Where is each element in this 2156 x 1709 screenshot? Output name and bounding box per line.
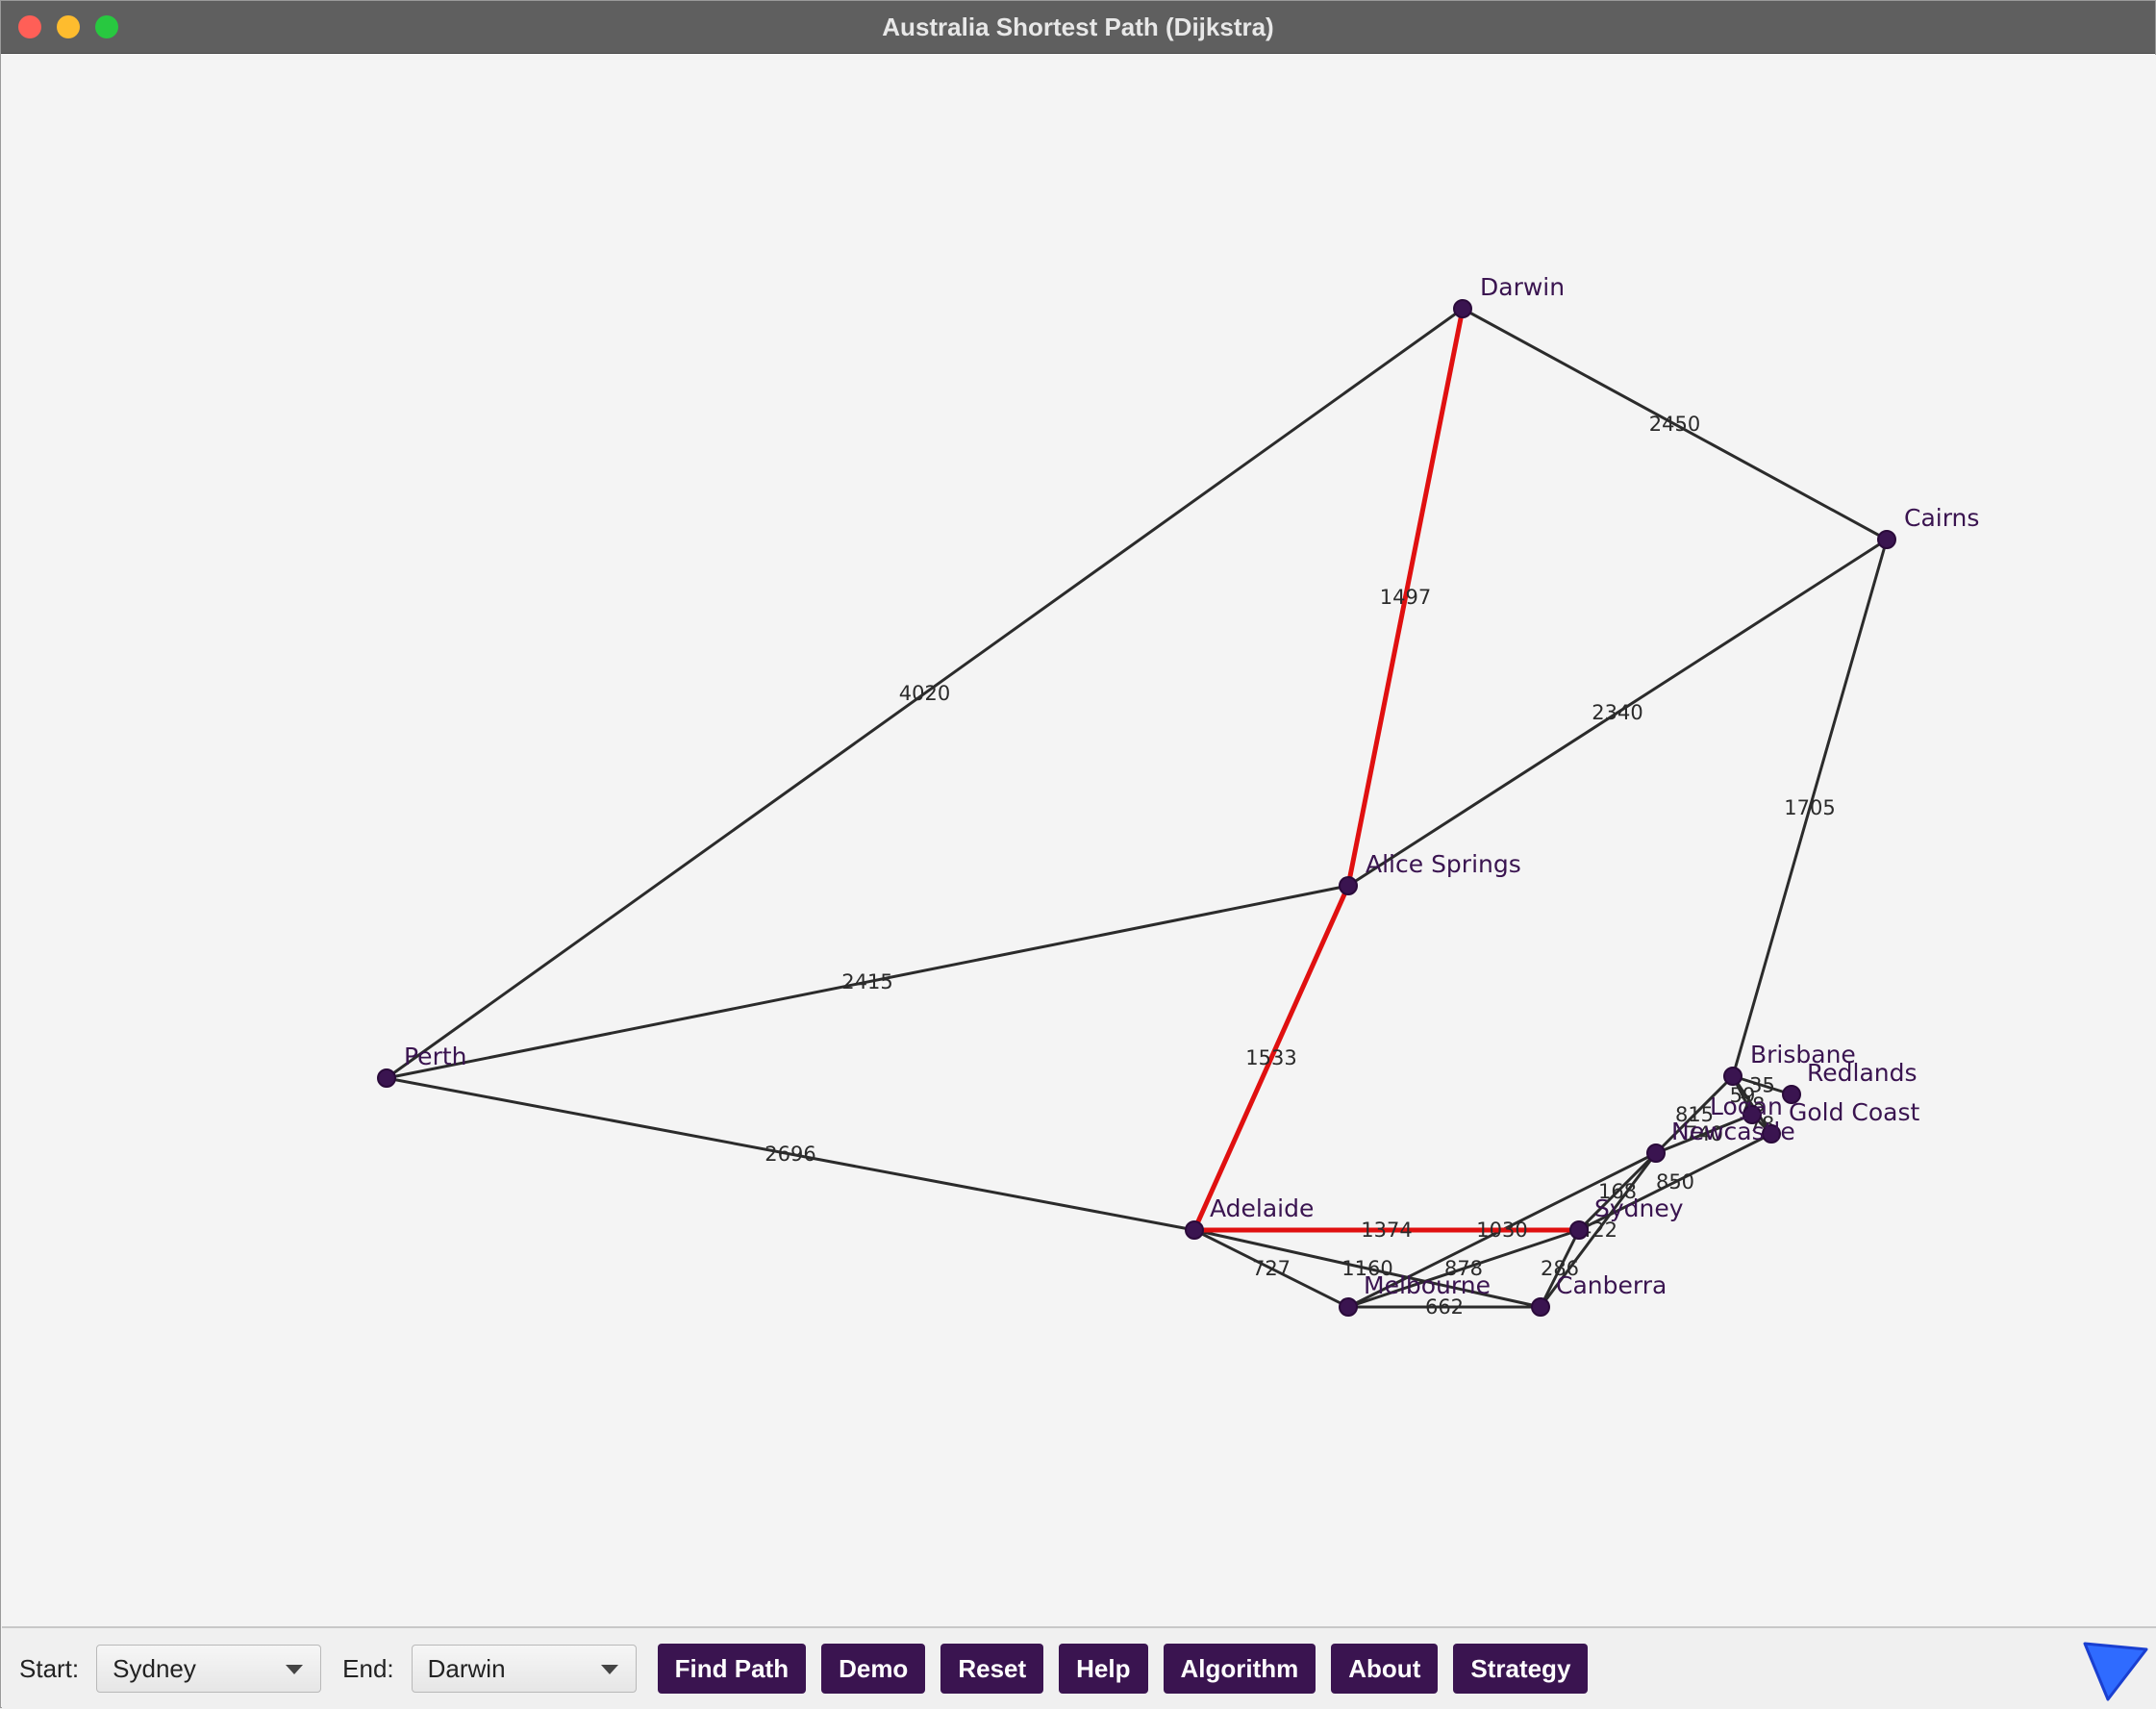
demo-button[interactable]: Demo [821, 1644, 926, 1694]
edge-weight-label: 1030 [1476, 1219, 1527, 1242]
start-city-select[interactable]: Sydney [96, 1645, 322, 1693]
city-node-brisbane[interactable] [1723, 1067, 1742, 1086]
chevron-down-icon [600, 1665, 618, 1674]
reset-button[interactable]: Reset [940, 1644, 1044, 1694]
title-bar[interactable]: Australia Shortest Path (Dijkstra) [1, 1, 2155, 54]
city-node-perth[interactable] [377, 1068, 396, 1088]
city-node-alice-springs[interactable] [1339, 876, 1358, 895]
control-toolbar: Start: Sydney End: Darwin Find Path Demo… [2, 1626, 2156, 1709]
edge-weight-label: 4020 [899, 682, 950, 705]
city-node-newcastle[interactable] [1646, 1144, 1666, 1163]
city-label-perth: Perth [404, 1043, 467, 1070]
city-label-canberra: Canberra [1556, 1271, 1667, 1299]
end-city-select[interactable]: Darwin [411, 1645, 637, 1693]
city-label-redlands: Redlands [1807, 1059, 1918, 1087]
city-node-canberra[interactable] [1531, 1297, 1550, 1317]
about-button[interactable]: About [1331, 1644, 1439, 1694]
window-title: Australia Shortest Path (Dijkstra) [882, 12, 1274, 41]
help-button[interactable]: Help [1059, 1644, 1148, 1694]
city-node-sydney[interactable] [1569, 1220, 1589, 1240]
edge-weight-label: 1497 [1380, 586, 1431, 609]
graph-canvas[interactable]: 2450 4020 1497 2340 1705 2415 2696 1533 1374 727 1… [2, 55, 2156, 1626]
city-label-melbourne: Melbourne [1364, 1271, 1491, 1299]
algorithm-button[interactable]: Algorithm [1163, 1644, 1316, 1694]
edge-weight-label: 850 [1656, 1170, 1694, 1194]
city-label-gold-coast: Gold Coast [1789, 1098, 1920, 1126]
city-node-cairns[interactable] [1877, 530, 1896, 549]
find-path-button[interactable]: Find Path [657, 1644, 807, 1694]
edge-weight-label: 1533 [1245, 1046, 1296, 1069]
city-label-sydney: Sydney [1594, 1194, 1684, 1222]
start-label: Start: [19, 1653, 80, 1683]
city-label-newcastle: Newcastle [1671, 1118, 1795, 1145]
app-logo-icon [2083, 1642, 2148, 1701]
maximize-window-button[interactable] [95, 15, 118, 38]
city-label-alice-springs: Alice Springs [1366, 850, 1521, 878]
strategy-button[interactable]: Strategy [1453, 1644, 1589, 1694]
end-label: End: [342, 1653, 394, 1683]
city-label-darwin: Darwin [1480, 273, 1565, 301]
city-node-melbourne[interactable] [1339, 1297, 1358, 1317]
city-label-logan: Logan [1710, 1093, 1783, 1120]
city-node-darwin[interactable] [1453, 299, 1472, 318]
app-window: Australia Shortest Path (Dijkstra) 2450 4… [0, 0, 2156, 1709]
end-city-value: Darwin [427, 1653, 506, 1683]
city-label-cairns: Cairns [1904, 504, 1979, 532]
edge-weight-label: 2696 [765, 1143, 815, 1166]
city-label-adelaide: Adelaide [1210, 1194, 1314, 1222]
edge-weight-label: 1705 [1784, 796, 1835, 819]
city-node-adelaide[interactable] [1185, 1220, 1204, 1240]
edge-weight-label: 2450 [1649, 413, 1700, 436]
edge-weight-label: 2340 [1592, 701, 1642, 724]
chevron-down-icon [286, 1665, 304, 1674]
close-window-button[interactable] [18, 15, 41, 38]
edge-weight-label: 1374 [1361, 1219, 1412, 1242]
edge-weight-label: 727 [1252, 1257, 1291, 1280]
graph-svg: 2450 4020 1497 2340 1705 2415 2696 1533 1374 727 1… [377, 273, 1979, 1319]
start-city-value: Sydney [113, 1653, 196, 1683]
edge-weight-label: 2415 [841, 970, 892, 993]
minimize-window-button[interactable] [57, 15, 80, 38]
